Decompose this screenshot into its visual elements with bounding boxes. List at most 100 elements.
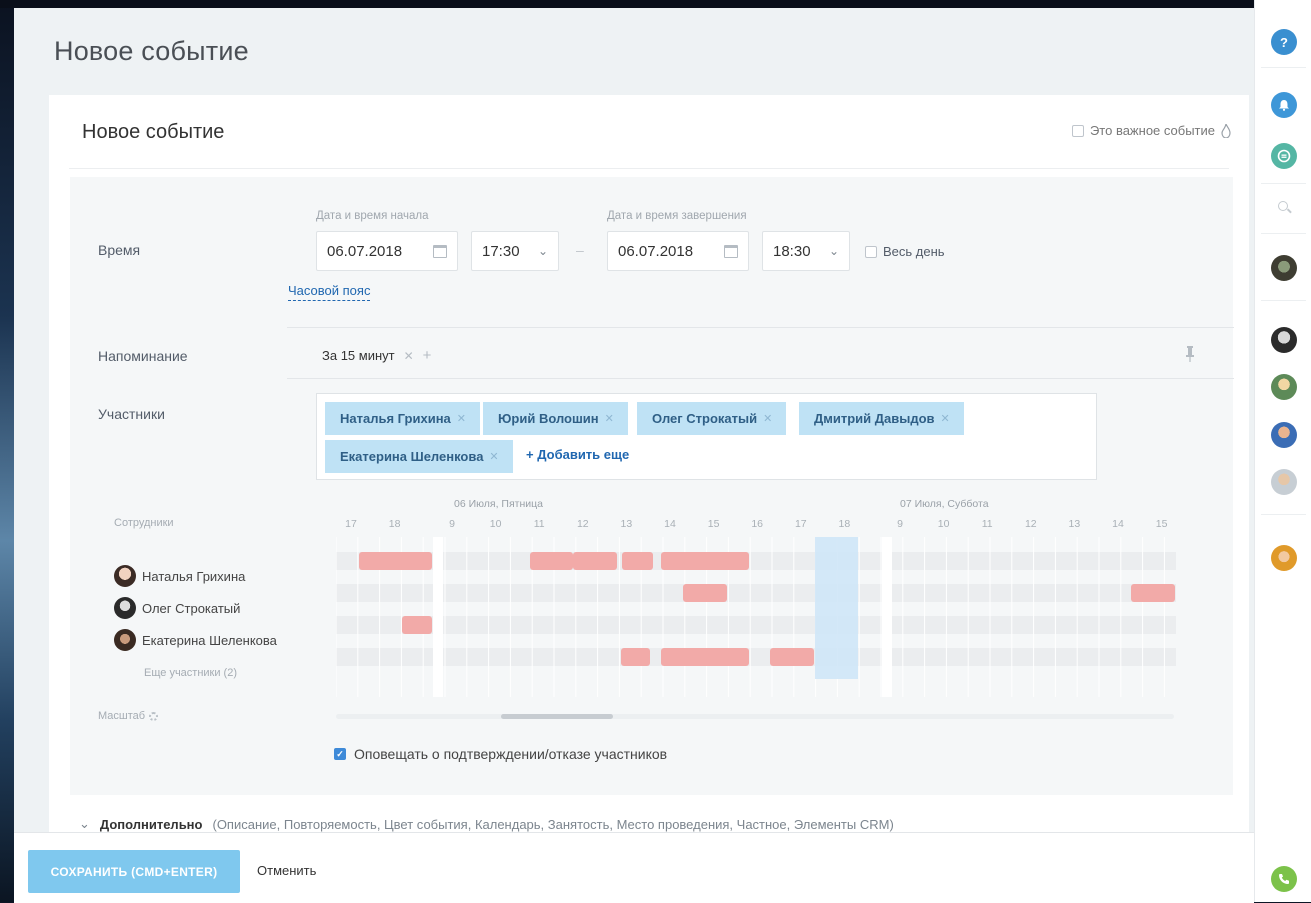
all-day-option[interactable]: Весь день [865,244,945,259]
remove-member-icon[interactable]: ✕ [941,412,950,425]
end-time-select[interactable]: 18:30 ⌄ [762,231,850,271]
hour-label: 12 [1024,518,1037,530]
start-time-value: 17:30 [482,242,520,260]
chat-bubble-icon [1277,149,1291,163]
hour-label: 10 [937,518,950,530]
busy-block [683,584,727,602]
planner-person: Олег Строкатый [114,597,240,619]
gear-icon[interactable] [149,711,159,721]
avatar [114,597,136,619]
end-caption: Дата и время завершения [607,210,747,222]
reminder-value: За 15 минут [322,348,395,363]
all-day-label: Весь день [883,244,945,259]
member-tag-label: Наталья Грихина [340,411,451,426]
chat-icon[interactable] [1271,143,1297,169]
member-tag[interactable]: Дмитрий Давыдов ✕ [799,402,964,435]
add-reminder-icon[interactable]: + [423,347,432,364]
member-tag-label: Юрий Волошин [498,411,599,426]
member-tag[interactable]: Олег Строкатый ✕ [637,402,787,435]
important-checkbox[interactable] [1071,124,1084,137]
side-slider: Новое событие Новое событие Это важное с… [14,8,1254,902]
planner-row-stripe [336,648,1176,666]
member-tag-label: Олег Строкатый [652,411,758,426]
member-tag[interactable]: Екатерина Шеленкова ✕ [325,440,513,473]
end-date-input[interactable]: 06.07.2018 [607,231,749,271]
avatar[interactable] [1271,327,1297,353]
members-selector[interactable]: Наталья Грихина ✕ Юрий Волошин ✕ Олег Стро… [316,393,1097,480]
notifications-icon[interactable] [1271,92,1297,118]
cancel-button[interactable]: Отменить [257,863,316,878]
save-button[interactable]: СОХРАНИТЬ (CMD+ENTER) [28,850,240,893]
remove-reminder-icon[interactable]: ✕ [404,349,414,363]
start-date-value: 06.07.2018 [327,242,403,260]
end-time-value: 18:30 [773,242,811,260]
start-date-input[interactable]: 06.07.2018 [316,231,458,271]
members-label: Участники [98,406,165,422]
employees-header: Сотрудники [114,517,174,529]
hour-label: 11 [533,518,545,530]
calendar-icon[interactable] [433,244,447,258]
add-more-members-link[interactable]: + Добавить еще [526,447,629,462]
pin-icon[interactable] [1185,345,1195,363]
phone-icon[interactable] [1271,866,1297,892]
hour-label: 17 [345,518,357,530]
hour-label: 15 [707,518,720,530]
person-name: Олег Строкатый [142,600,241,616]
end-date-value: 06.07.2018 [618,242,694,260]
busy-block [621,648,650,666]
all-day-checkbox[interactable] [865,245,877,258]
chevron-down-icon: ⌄ [828,244,839,258]
planner-grid[interactable] [336,537,1176,697]
avatar[interactable] [1271,545,1297,571]
remove-member-icon[interactable]: ✕ [457,412,466,425]
title-divider [69,168,1229,169]
notify-option[interactable]: ✓ Оповещать о подтверждении/отказе участ… [334,746,667,762]
scale-control[interactable]: Масштаб [98,710,159,722]
planner-row-stripe [336,584,1176,602]
sidebar-divider [1261,514,1306,515]
member-tag[interactable]: Юрий Волошин ✕ [483,402,628,435]
hour-label: 16 [751,518,764,530]
important-event-option[interactable]: Это важное событие [1071,123,1231,138]
form-title: Новое событие [82,121,225,143]
time-separator: – [576,242,584,258]
help-glyph: ? [1280,34,1288,50]
start-time-select[interactable]: 17:30 ⌄ [471,231,559,271]
row-divider [287,327,1234,328]
help-icon[interactable]: ? [1271,29,1297,55]
planner-scrollbar[interactable] [336,714,1174,719]
busy-block [530,552,573,570]
busy-block [770,648,814,666]
member-tag[interactable]: Наталья Грихина ✕ [325,402,480,435]
avatar[interactable] [1271,469,1297,495]
avatar [114,565,136,587]
planner-row-stripe [336,552,1176,570]
avatar [114,629,136,651]
notify-checkbox[interactable]: ✓ [334,748,346,760]
member-tag-label: Дмитрий Давыдов [814,411,935,426]
remove-member-icon[interactable]: ✕ [763,412,772,425]
hour-label: 14 [664,518,676,530]
planner-scroll-thumb[interactable] [501,714,613,719]
hour-label: 18 [838,518,851,530]
chevron-down-icon: ⌄ [537,244,548,258]
hour-label: 11 [981,518,993,530]
chevron-down-icon: ⌄ [79,816,90,831]
desktop-top-edge [0,0,1311,8]
search-icon[interactable] [1278,201,1288,211]
avatar[interactable] [1271,374,1297,400]
additional-section-toggle[interactable]: ⌄ Дополнительно (Описание, Повторяемость… [79,816,894,832]
day-gap [433,537,443,697]
calendar-icon[interactable] [724,244,738,258]
form-body: Время Дата и время начала Дата и время з… [70,177,1234,795]
sidebar-divider [1261,233,1306,234]
hour-label: 14 [1112,518,1124,530]
remove-member-icon[interactable]: ✕ [489,450,498,463]
row-divider [287,378,1234,379]
avatar[interactable] [1271,422,1297,448]
avatar[interactable] [1271,255,1297,281]
selected-interval [815,537,858,679]
sidebar-divider [1261,67,1306,68]
remove-member-icon[interactable]: ✕ [605,412,614,425]
timezone-link[interactable]: Часовой пояс [288,283,371,301]
